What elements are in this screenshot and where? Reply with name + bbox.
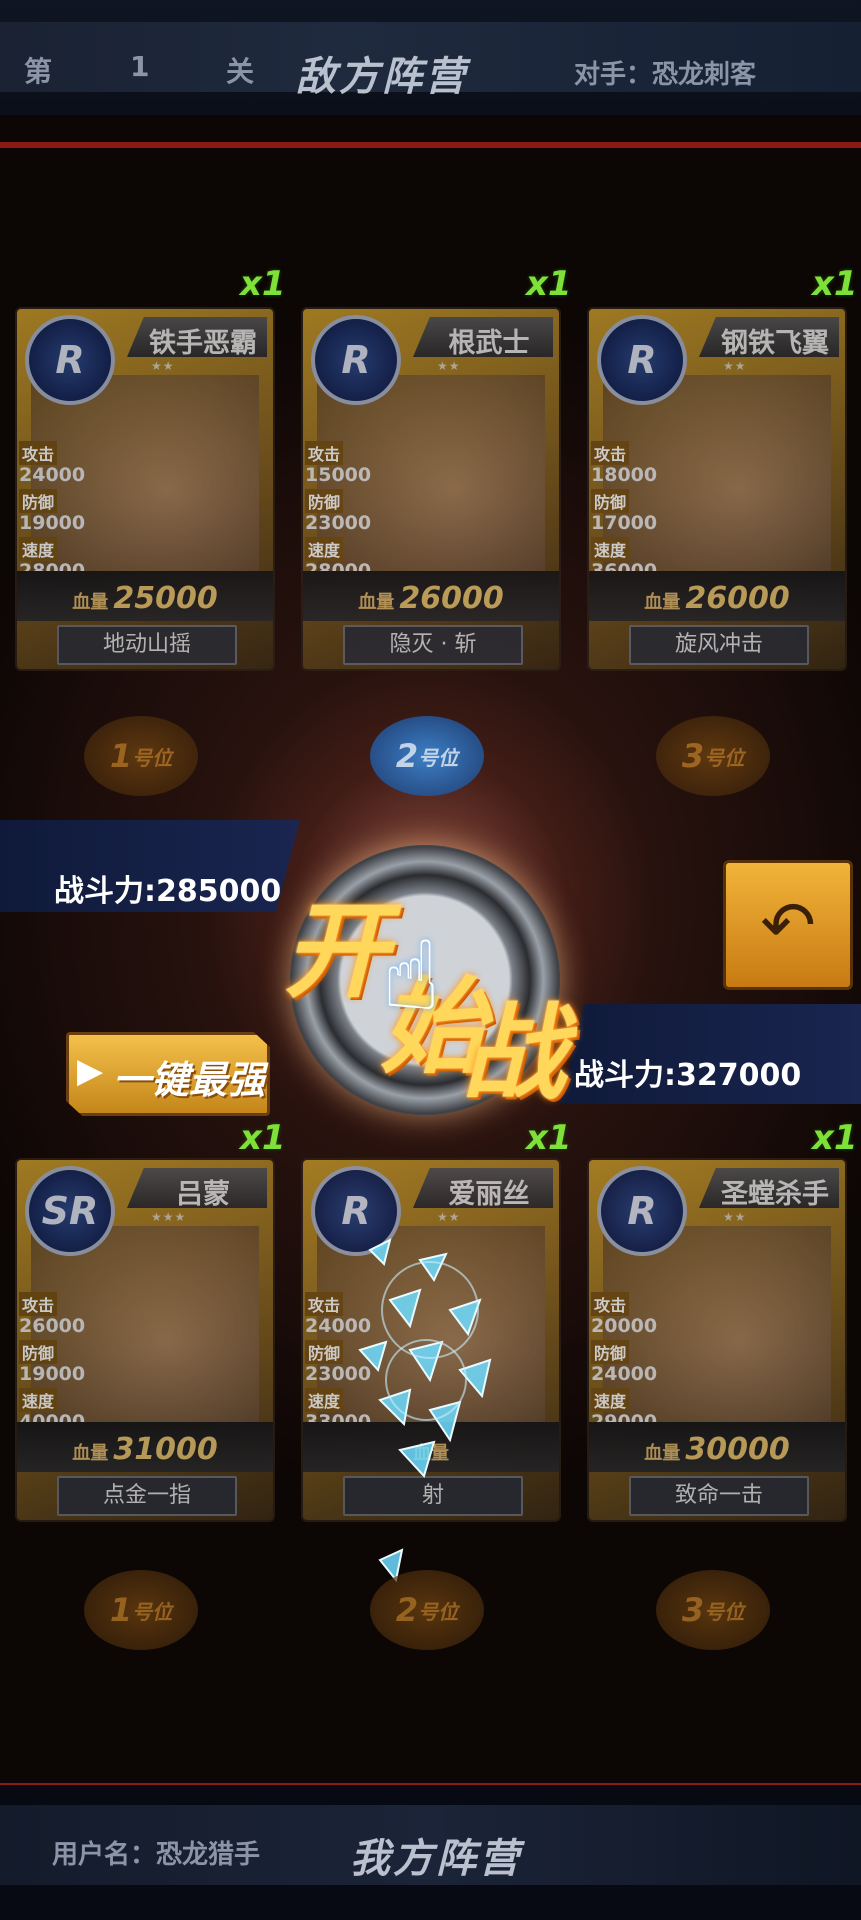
hp-readout: 血量 26000	[644, 581, 790, 616]
card-name: 钢铁飞翼	[721, 328, 829, 359]
shard-effect	[358, 1238, 492, 1583]
hp-readout: 血量 30000	[644, 1432, 790, 1467]
player-card-3[interactable]: 圣螳杀手 ★★ R 攻击20000 防御24000 速度29000 血量 300…	[587, 1158, 847, 1522]
auto-strongest-button[interactable]: ▶ 一键最强	[66, 1032, 270, 1116]
atk-stat: 攻击 20000	[591, 1292, 663, 1336]
hp-readout: 血量 26000	[358, 581, 504, 616]
player-card-1-multiplier: x1	[240, 1118, 286, 1158]
rank-badge: R	[25, 315, 115, 405]
rank-badge: SR	[25, 1166, 115, 1256]
card-name: 吕蒙	[176, 1179, 230, 1210]
username: 用户名：恐龙猎手	[52, 1840, 261, 1870]
start-battle-char-1: 开	[284, 890, 389, 1012]
player-slot-3[interactable]: 3 号位	[656, 1570, 770, 1650]
card-name: 根武士	[448, 328, 530, 359]
enemy-card-3-multiplier: x1	[812, 264, 858, 304]
enemy-card-1-multiplier: x1	[240, 264, 286, 304]
player-slot-2[interactable]: 2 号位	[370, 1570, 484, 1650]
card-stars: ★★★	[151, 1210, 187, 1224]
enemy-card-3[interactable]: 钢铁飞翼 ★★ R 攻击18000 防御17000 速度36000 血量 260…	[587, 307, 847, 671]
player-card-3-multiplier: x1	[812, 1118, 858, 1158]
skill-name: 隐灭 · 斩	[343, 625, 523, 665]
card-stars: ★★	[437, 359, 461, 373]
enemy-slot-2[interactable]: 2 号位	[370, 716, 484, 796]
def-stat: 防御 17000	[591, 489, 663, 533]
hp-readout: 血量 25000	[72, 581, 218, 616]
card-name: 铁手恶霸	[149, 328, 257, 359]
card-stars: ★★	[723, 1210, 747, 1224]
rank-badge: R	[597, 1166, 687, 1256]
skill-name: 旋风冲击	[629, 625, 809, 665]
enemy-card-1[interactable]: 铁手恶霸 ★★ R 攻击24000 防御19000 速度28000 血量 250…	[15, 307, 275, 671]
rank-badge: R	[597, 315, 687, 405]
card-stars: ★★	[723, 359, 747, 373]
card-name: 爱丽丝	[448, 1179, 530, 1210]
play-triangle-icon: ▶	[77, 1051, 104, 1091]
enemy-slot-3[interactable]: 3 号位	[656, 716, 770, 796]
card-stars: ★★	[437, 1210, 461, 1224]
def-stat: 防御 23000	[305, 489, 377, 533]
atk-stat: 攻击 24000	[19, 441, 91, 485]
stage-number: 1	[130, 50, 150, 83]
rank-badge: R	[311, 315, 401, 405]
player-slot-1[interactable]: 1 号位	[84, 1570, 198, 1650]
atk-stat: 攻击 26000	[19, 1292, 91, 1336]
skill-name: 致命一击	[629, 1476, 809, 1516]
def-stat: 防御 24000	[591, 1340, 663, 1384]
player-team-title: 我方阵营	[350, 1836, 522, 1882]
atk-stat: 攻击 15000	[305, 441, 377, 485]
start-battle-char-3: 战	[462, 992, 567, 1114]
enemy-slot-1[interactable]: 1 号位	[84, 716, 198, 796]
top-divider	[0, 142, 861, 148]
player-power: 战斗力:327000	[574, 1058, 802, 1093]
player-card-2-multiplier: x1	[526, 1118, 572, 1158]
hp-readout: 血量 31000	[72, 1432, 218, 1467]
stage-prefix: 第	[24, 55, 53, 88]
enemy-card-2-multiplier: x1	[526, 264, 572, 304]
stage-suffix: 关	[226, 55, 255, 88]
enemy-power: 战斗力:285000	[54, 874, 282, 909]
opponent-name: 对手：恐龙刺客	[574, 60, 757, 90]
enemy-team-title: 敌方阵营	[296, 54, 468, 100]
undo-button[interactable]: ↶	[723, 860, 853, 990]
def-stat: 防御 19000	[19, 489, 91, 533]
skill-name: 地动山摇	[57, 625, 237, 665]
atk-stat: 攻击 18000	[591, 441, 663, 485]
enemy-card-2[interactable]: 根武士 ★★ R 攻击15000 防御23000 速度28000 血量 2600…	[301, 307, 561, 671]
player-card-1[interactable]: 吕蒙 ★★★ SR 攻击26000 防御19000 速度40000 血量 310…	[15, 1158, 275, 1522]
undo-arrow-icon: ↶	[760, 886, 816, 964]
card-stars: ★★	[151, 359, 175, 373]
tap-hand-icon: ☝	[382, 920, 441, 1032]
skill-name: 点金一指	[57, 1476, 237, 1516]
auto-strongest-label: 一键最强	[113, 1058, 266, 1102]
def-stat: 防御 19000	[19, 1340, 91, 1384]
card-name: 圣螳杀手	[721, 1179, 829, 1210]
